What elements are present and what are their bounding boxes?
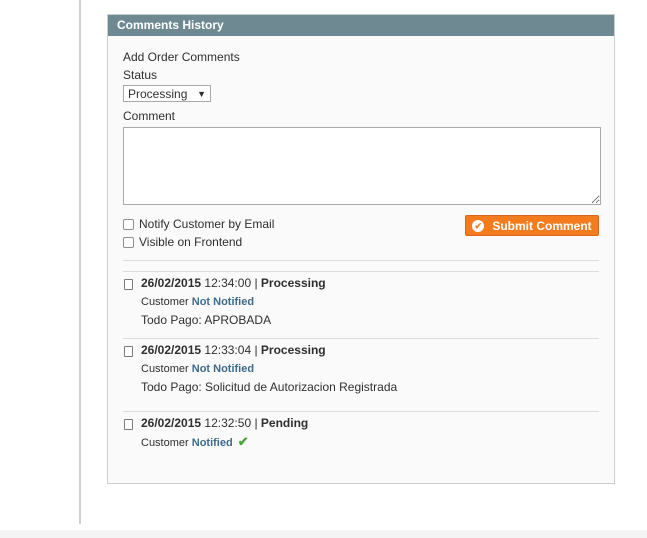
customer-notification-state: Not Notified — [191, 363, 255, 375]
customer-notification: Customer Notified ✔ — [141, 433, 599, 452]
customer-label: Customer — [141, 363, 189, 375]
notify-customer-checkbox[interactable] — [123, 218, 134, 230]
comments-history-panel: Comments History Add Order Comments Stat… — [107, 14, 615, 484]
history-time: 12:34:00 — [204, 276, 252, 290]
checkmark-circle-icon: ✔ — [472, 219, 485, 232]
history-time: 12:32:50 — [204, 416, 252, 430]
history-entry: 26/02/2015 12:33:04 | Processing Custome… — [123, 338, 599, 411]
status-select[interactable]: Processing ▼ — [123, 85, 211, 102]
customer-label: Customer — [141, 296, 189, 308]
history-note: Todo Pago: APROBADA — [141, 313, 272, 327]
form-divider — [123, 260, 599, 261]
history-date: 26/02/2015 — [141, 416, 202, 430]
checkmark-icon: ✔ — [237, 434, 249, 449]
notify-customer-label: Notify Customer by Email — [139, 217, 275, 231]
customer-notification: Customer Not Notified — [141, 293, 599, 311]
customer-notification-state: Not Notified — [191, 296, 255, 308]
history-note: Todo Pago: Solicitud de Autorizacion Reg… — [141, 380, 398, 394]
document-icon — [124, 279, 133, 290]
left-column-rule — [79, 0, 81, 524]
comment-label: Comment — [123, 109, 176, 123]
status-select-value: Processing — [128, 86, 188, 101]
customer-notification-state: Notified — [191, 437, 233, 449]
history-date: 26/02/2015 — [141, 343, 202, 357]
chevron-down-icon: ▼ — [197, 88, 206, 99]
add-order-comments-label: Add Order Comments — [123, 50, 240, 64]
submit-comment-label: Submit Comment — [492, 218, 592, 233]
history-time: 12:33:04 — [204, 343, 252, 357]
history-status: Pending — [260, 416, 309, 430]
customer-label: Customer — [141, 437, 189, 449]
visible-frontend-label: Visible on Frontend — [139, 235, 243, 249]
history-status: Processing — [260, 276, 326, 290]
footer-band — [0, 530, 647, 538]
comment-textarea[interactable] — [123, 127, 601, 205]
submit-comment-button[interactable]: ✔ Submit Comment — [465, 215, 599, 236]
panel-title: Comments History — [108, 15, 614, 36]
document-icon — [124, 419, 133, 430]
panel-body: Add Order Comments Status Processing ▼ C… — [108, 36, 614, 452]
comment-options: Notify Customer by Email Visible on Fron… — [123, 215, 599, 251]
history-entry-heading: 26/02/2015 12:33:04 | Processing — [141, 342, 599, 358]
history-entry: 26/02/2015 12:34:00 | Processing Custome… — [123, 271, 599, 338]
status-label: Status — [123, 68, 158, 82]
history-entry: 26/02/2015 12:32:50 | Pending Customer N… — [123, 411, 599, 452]
customer-notification: Customer Not Notified — [141, 360, 599, 378]
document-icon — [124, 346, 133, 357]
history-entry-heading: 26/02/2015 12:34:00 | Processing — [141, 275, 599, 291]
history-status: Processing — [260, 343, 326, 357]
visible-frontend-checkbox[interactable] — [123, 236, 134, 248]
history-entry-heading: 26/02/2015 12:32:50 | Pending — [141, 415, 599, 431]
history-date: 26/02/2015 — [141, 276, 202, 290]
history-list: 26/02/2015 12:34:00 | Processing Custome… — [123, 271, 599, 452]
